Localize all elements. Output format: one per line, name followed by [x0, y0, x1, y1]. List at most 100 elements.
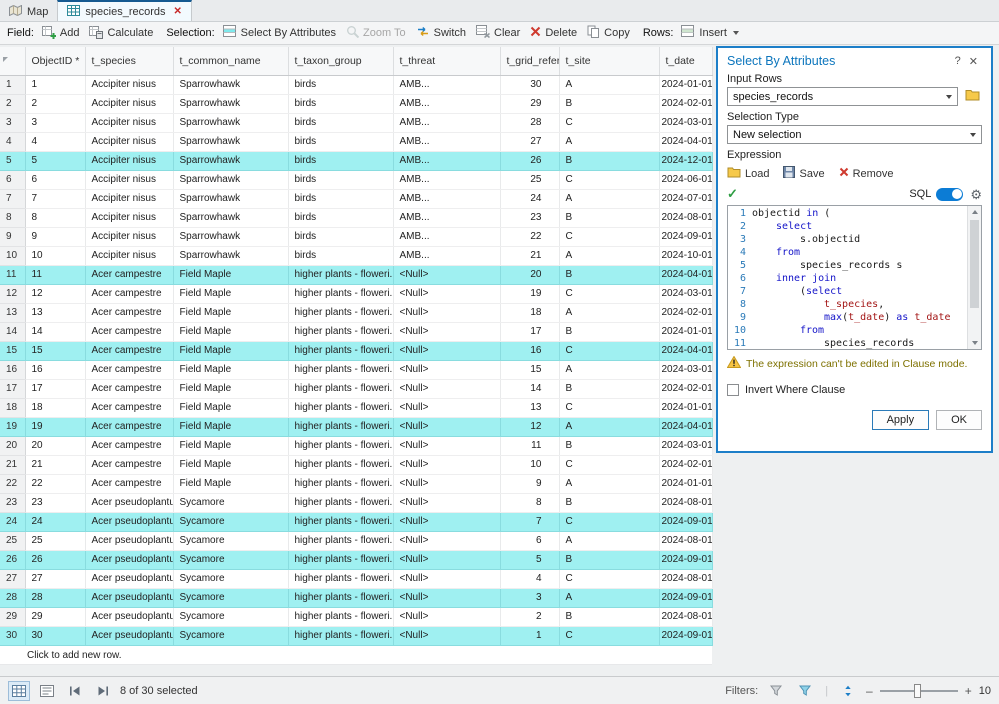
table-cell[interactable]: B [559, 265, 660, 285]
table-cell[interactable]: Sparrowhawk [173, 246, 289, 266]
table-cell[interactable]: Accipiter nisus [85, 227, 174, 247]
first-record-button[interactable] [64, 681, 86, 701]
table-cell[interactable]: 2024-01-01 [659, 474, 713, 494]
column-header[interactable]: t_site [559, 47, 660, 76]
table-cell[interactable]: <Null> [393, 379, 501, 399]
row-number-cell[interactable]: 13 [0, 303, 26, 323]
table-cell[interactable]: Acer campestre [85, 322, 174, 342]
table-cell[interactable]: birds [288, 246, 394, 266]
table-cell[interactable]: C [559, 512, 660, 532]
table-cell[interactable]: 2024-02-01 [659, 455, 713, 475]
row-number-cell[interactable]: 4 [0, 132, 26, 152]
table-cell[interactable]: higher plants - floweri... [288, 550, 394, 570]
table-cell[interactable]: C [559, 398, 660, 418]
table-cell[interactable]: 9 [500, 474, 560, 494]
table-cell[interactable]: B [559, 151, 660, 171]
table-cell[interactable]: 1 [25, 75, 86, 95]
input-rows-combobox[interactable]: species_records [727, 87, 958, 106]
table-cell[interactable]: higher plants - floweri... [288, 626, 394, 646]
table-cell[interactable]: Sycamore [173, 512, 289, 532]
row-number-cell[interactable]: 22 [0, 474, 26, 494]
table-cell[interactable]: 4 [25, 132, 86, 152]
table-cell[interactable]: Acer campestre [85, 436, 174, 456]
table-cell[interactable]: Sparrowhawk [173, 151, 289, 171]
table-cell[interactable]: 16 [25, 360, 86, 380]
table-cell[interactable]: 2024-09-01 [659, 550, 713, 570]
table-cell[interactable]: <Null> [393, 455, 501, 475]
table-cell[interactable]: Field Maple [173, 455, 289, 475]
table-cell[interactable]: 18 [500, 303, 560, 323]
table-cell[interactable]: 15 [500, 360, 560, 380]
table-cell[interactable]: 12 [25, 284, 86, 304]
table-cell[interactable]: <Null> [393, 265, 501, 285]
table-cell[interactable]: Field Maple [173, 474, 289, 494]
table-cell[interactable]: 2024-04-01 [659, 132, 713, 152]
table-cell[interactable]: 4 [500, 569, 560, 589]
table-cell[interactable]: AMB... [393, 189, 501, 209]
table-cell[interactable]: higher plants - floweri... [288, 512, 394, 532]
table-cell[interactable]: AMB... [393, 170, 501, 190]
zoom-in-button[interactable]: + [965, 684, 972, 698]
table-cell[interactable]: 2024-07-01 [659, 189, 713, 209]
table-cell[interactable]: 3 [500, 588, 560, 608]
table-cell[interactable]: <Null> [393, 284, 501, 304]
table-cell[interactable]: 28 [500, 113, 560, 133]
table-cell[interactable]: <Null> [393, 360, 501, 380]
table-cell[interactable]: Acer campestre [85, 284, 174, 304]
table-cell[interactable]: AMB... [393, 132, 501, 152]
table-cell[interactable]: B [559, 379, 660, 399]
table-cell[interactable]: C [559, 227, 660, 247]
table-cell[interactable]: higher plants - floweri... [288, 379, 394, 399]
table-cell[interactable]: Accipiter nisus [85, 189, 174, 209]
table-cell[interactable]: 2024-03-01 [659, 113, 713, 133]
table-cell[interactable]: 2024-01-01 [659, 398, 713, 418]
table-cell[interactable]: <Null> [393, 531, 501, 551]
table-cell[interactable]: A [559, 75, 660, 95]
table-cell[interactable]: higher plants - floweri... [288, 398, 394, 418]
calculate-button[interactable]: Calculate [84, 23, 158, 44]
table-cell[interactable]: Sparrowhawk [173, 170, 289, 190]
tab-map[interactable]: Map [0, 0, 57, 21]
table-cell[interactable]: 14 [25, 322, 86, 342]
table-cell[interactable]: Sparrowhawk [173, 113, 289, 133]
row-number-cell[interactable]: 10 [0, 246, 26, 266]
table-cell[interactable]: 11 [500, 436, 560, 456]
apply-button[interactable]: Apply [871, 410, 930, 430]
table-cell[interactable]: Accipiter nisus [85, 208, 174, 228]
table-cell[interactable]: 2024-02-01 [659, 94, 713, 114]
table-cell[interactable]: 1 [500, 626, 560, 646]
column-header[interactable]: t_date [659, 47, 713, 76]
table-cell[interactable]: birds [288, 94, 394, 114]
table-cell[interactable]: higher plants - floweri... [288, 360, 394, 380]
table-cell[interactable]: <Null> [393, 550, 501, 570]
table-cell[interactable]: Acer pseudoplantus [85, 493, 174, 513]
row-number-cell[interactable]: 28 [0, 588, 26, 608]
table-cell[interactable]: 19 [25, 417, 86, 437]
table-cell[interactable]: 2024-12-01 [659, 151, 713, 171]
table-cell[interactable]: B [559, 322, 660, 342]
table-cell[interactable]: birds [288, 132, 394, 152]
table-cell[interactable]: 6 [25, 170, 86, 190]
table-cell[interactable]: Acer campestre [85, 360, 174, 380]
table-cell[interactable]: higher plants - floweri... [288, 417, 394, 437]
table-cell[interactable]: Acer campestre [85, 455, 174, 475]
row-number-cell[interactable]: 25 [0, 531, 26, 551]
table-cell[interactable]: 6 [500, 531, 560, 551]
table-cell[interactable]: Sycamore [173, 531, 289, 551]
table-cell[interactable]: Acer pseudoplantus [85, 550, 174, 570]
code-scrollbar[interactable] [967, 206, 981, 349]
row-number-cell[interactable]: 16 [0, 360, 26, 380]
table-cell[interactable]: 18 [25, 398, 86, 418]
scroll-down-icon[interactable] [972, 341, 978, 345]
table-cell[interactable]: 11 [25, 265, 86, 285]
table-cell[interactable]: 2024-09-01 [659, 512, 713, 532]
selection-filter-button[interactable] [794, 681, 816, 701]
invert-where-clause-checkbox[interactable] [727, 384, 739, 396]
table-cell[interactable]: Sycamore [173, 607, 289, 627]
table-cell[interactable]: Sycamore [173, 569, 289, 589]
table-cell[interactable]: Accipiter nisus [85, 132, 174, 152]
gear-icon[interactable]: ⚙ [970, 188, 982, 201]
table-cell[interactable]: Field Maple [173, 303, 289, 323]
table-cell[interactable]: A [559, 189, 660, 209]
table-cell[interactable]: A [559, 531, 660, 551]
